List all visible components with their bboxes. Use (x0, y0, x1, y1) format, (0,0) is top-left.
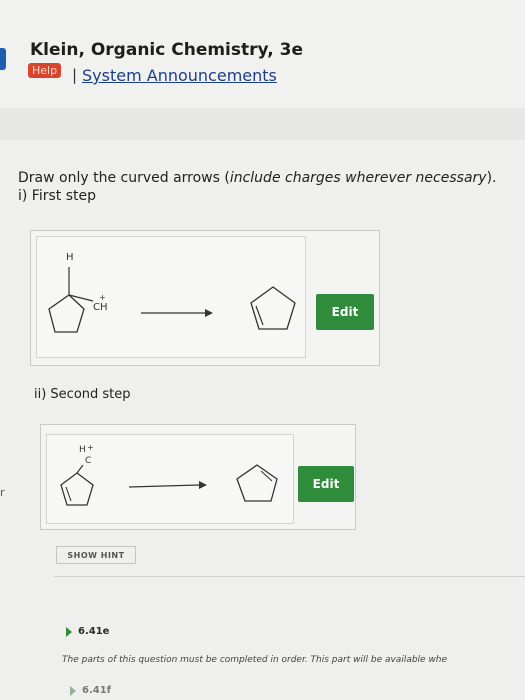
part-6-41e-link[interactable]: 6.41e (78, 626, 109, 637)
step1-reaction-svg: H CH + (48, 252, 296, 333)
expand-arrow-icon[interactable] (70, 686, 76, 696)
step1-label: i) First step (18, 188, 96, 204)
reaction-arrow-2 (128, 484, 200, 488)
system-announcements-link[interactable]: System Announcements (82, 66, 277, 85)
show-hint-button[interactable]: SHOW HINT (56, 546, 136, 564)
side-tab[interactable] (0, 48, 6, 70)
reaction-arrowhead-1 (205, 309, 213, 317)
reaction-arrowhead-2 (199, 481, 207, 489)
step2-reaction-svg: H + C (60, 443, 278, 506)
cyclopentene-product-2 (236, 464, 278, 502)
help-button[interactable]: Help (28, 63, 62, 78)
instruction-suffix: ). (486, 170, 497, 186)
carbon-bond (76, 464, 84, 474)
cation-charge: + (99, 293, 106, 302)
cyclopentane-reactant (48, 294, 85, 333)
carbon-label: C (85, 456, 91, 466)
proton-charge: + (87, 443, 94, 452)
step2-edit-button[interactable]: Edit (298, 466, 354, 502)
section-divider (54, 576, 525, 577)
order-note: The parts of this question must be compl… (62, 655, 448, 665)
question-area (0, 140, 525, 700)
hydrogen-label: H (66, 252, 74, 263)
instruction-prefix: Draw only the curved arrows ( (18, 170, 230, 186)
step1-drawing-area[interactable]: H CH + (36, 236, 306, 358)
instruction-italic: include charges wherever necessary (229, 170, 487, 186)
part-6-41f-link[interactable]: 6.41f (82, 685, 111, 696)
hydrogen-plus-label: H (79, 445, 86, 455)
header-separator: | (72, 66, 78, 84)
edge-mark: r (0, 486, 5, 499)
cyclopentene-product (250, 286, 296, 330)
step2-drawing-area[interactable]: H + C (46, 434, 294, 524)
book-title: Klein, Organic Chemistry, 3e (30, 40, 304, 60)
step1-edit-button[interactable]: Edit (316, 294, 374, 330)
ch-cation-label: CH (93, 302, 108, 313)
header-band (0, 108, 525, 140)
step2-label: ii) Second step (34, 387, 131, 402)
expand-arrow-icon[interactable] (66, 627, 72, 637)
intermediate-double-bond (65, 486, 72, 502)
cyclopentane-intermediate (60, 472, 94, 506)
product-2-double-bond (260, 470, 273, 482)
question-instruction: Draw only the curved arrows (include cha… (18, 170, 497, 186)
